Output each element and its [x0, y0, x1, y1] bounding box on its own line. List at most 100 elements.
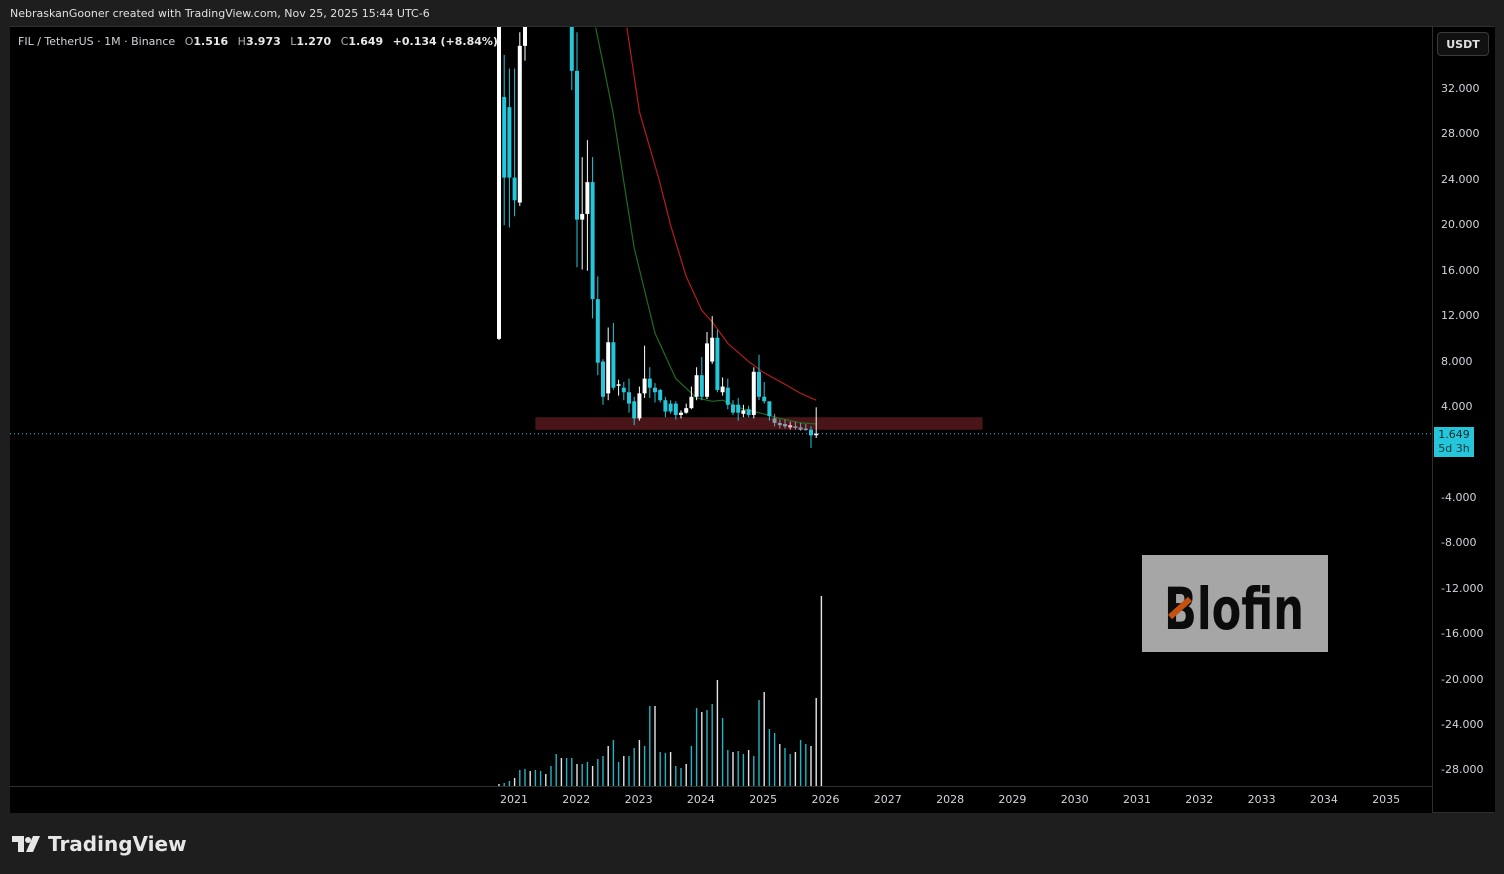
- close-value: 1.649: [348, 35, 384, 48]
- price-tick: -16.000: [1441, 627, 1484, 641]
- time-axis[interactable]: [10, 786, 1432, 813]
- time-tick: 2029: [998, 793, 1027, 806]
- price-tick: 8.000: [1441, 354, 1473, 368]
- volume-bar: [607, 746, 609, 786]
- tradingview-brand: TradingView: [48, 832, 187, 856]
- candle-body: [658, 389, 663, 401]
- volume-bar: [690, 746, 693, 786]
- price-tick: 20.000: [1441, 218, 1480, 232]
- candle-body: [751, 371, 756, 415]
- price-tick: -24.000: [1441, 717, 1484, 731]
- volume-bar: [706, 710, 708, 786]
- candle-body: [673, 403, 678, 415]
- price-axis[interactable]: [1432, 27, 1495, 812]
- time-tick: 2032: [1185, 793, 1214, 806]
- candle-body: [814, 433, 819, 436]
- candle-body: [627, 392, 631, 404]
- volume-bar: [513, 778, 516, 786]
- volume-bar: [789, 754, 791, 786]
- volume-bar: [753, 756, 755, 786]
- candle-body: [611, 342, 616, 388]
- candle-body: [590, 182, 595, 300]
- candle-body: [798, 427, 803, 430]
- volume-bar: [565, 758, 568, 786]
- price-tick: -4.000: [1441, 490, 1477, 504]
- candle-body: [585, 182, 590, 214]
- time-tick: 2031: [1123, 793, 1151, 806]
- volume-bar: [545, 774, 547, 786]
- volume-bar: [591, 766, 594, 786]
- volume-bar: [638, 740, 641, 786]
- candle-body: [777, 422, 782, 426]
- volume-bar: [805, 744, 807, 786]
- candle-body: [679, 412, 683, 415]
- symbol-legend: FIL / TetherUS · 1M · Binance O1.516 H3.…: [18, 35, 498, 48]
- volume-bar: [742, 754, 745, 786]
- chart-credit: NebraskanGooner created with TradingView…: [10, 7, 430, 20]
- change-value: +0.134 (+8.84%): [392, 35, 498, 48]
- time-tick: 2027: [873, 793, 902, 806]
- candle-body: [523, 27, 527, 46]
- candle-body: [653, 387, 657, 393]
- volume-bar: [669, 752, 672, 786]
- volume-bar: [643, 746, 646, 786]
- candle-body: [715, 337, 720, 390]
- moving-average-slow: [626, 27, 817, 401]
- candle-body: [575, 70, 579, 220]
- candle-body: [710, 337, 715, 362]
- time-tick: 2030: [1060, 793, 1089, 806]
- volume-bar: [768, 729, 771, 786]
- tradingview-logo[interactable]: TradingView: [12, 832, 187, 856]
- time-tick: 2023: [624, 793, 653, 806]
- volume-bar: [659, 752, 661, 786]
- candle-body: [616, 384, 621, 386]
- volume-bar: [779, 744, 781, 786]
- volume-bar: [664, 753, 667, 786]
- volume-bar: [716, 680, 719, 786]
- blofin-logo: Blofin: [1164, 575, 1304, 643]
- volume-bar: [711, 704, 713, 786]
- candle-body: [601, 361, 605, 397]
- volume-bar: [529, 771, 531, 786]
- volume-bar: [654, 706, 656, 786]
- bar-countdown: 5d 3h: [1438, 442, 1470, 455]
- volume-bar: [758, 700, 760, 786]
- volume-bar: [675, 766, 677, 786]
- candle-body: [736, 404, 741, 413]
- candle-body: [725, 387, 730, 405]
- time-tick: 2028: [936, 793, 965, 806]
- candle-body: [632, 401, 637, 419]
- last-price-value: 1.649: [1438, 428, 1470, 441]
- volume-bar: [649, 706, 651, 786]
- candle-body: [637, 393, 642, 419]
- volume-bar: [721, 718, 724, 786]
- volume-bar: [555, 754, 557, 786]
- candle-body: [606, 342, 611, 394]
- volume-bar: [597, 759, 599, 786]
- candle-body: [663, 400, 668, 412]
- volume-bar: [612, 740, 615, 786]
- candle-body: [705, 343, 709, 397]
- volume-bar: [534, 770, 537, 786]
- price-tick: -8.000: [1441, 536, 1477, 550]
- time-tick: 2025: [749, 793, 778, 806]
- volume-bar: [550, 766, 552, 786]
- candle-body: [502, 96, 507, 178]
- candle-body: [783, 424, 787, 427]
- candle-body: [720, 386, 725, 393]
- price-tick: 4.000: [1441, 400, 1473, 413]
- volume-bar: [737, 751, 739, 786]
- symbol-name[interactable]: FIL / TetherUS · 1M · Binance: [18, 35, 175, 48]
- price-tick: 28.000: [1441, 127, 1480, 141]
- volume-bar: [581, 764, 583, 786]
- tradingview-logo-icon: [12, 836, 40, 852]
- candlestick-chart[interactable]: [10, 27, 1432, 786]
- currency-button[interactable]: USDT: [1437, 32, 1489, 56]
- candle-body: [512, 177, 517, 201]
- volume-bar: [519, 770, 521, 786]
- volume-bar: [560, 758, 563, 786]
- price-tick: 32.000: [1441, 82, 1480, 95]
- volume-bar: [602, 756, 604, 786]
- open-value: 1.516: [193, 35, 229, 48]
- volume-bar: [815, 698, 817, 786]
